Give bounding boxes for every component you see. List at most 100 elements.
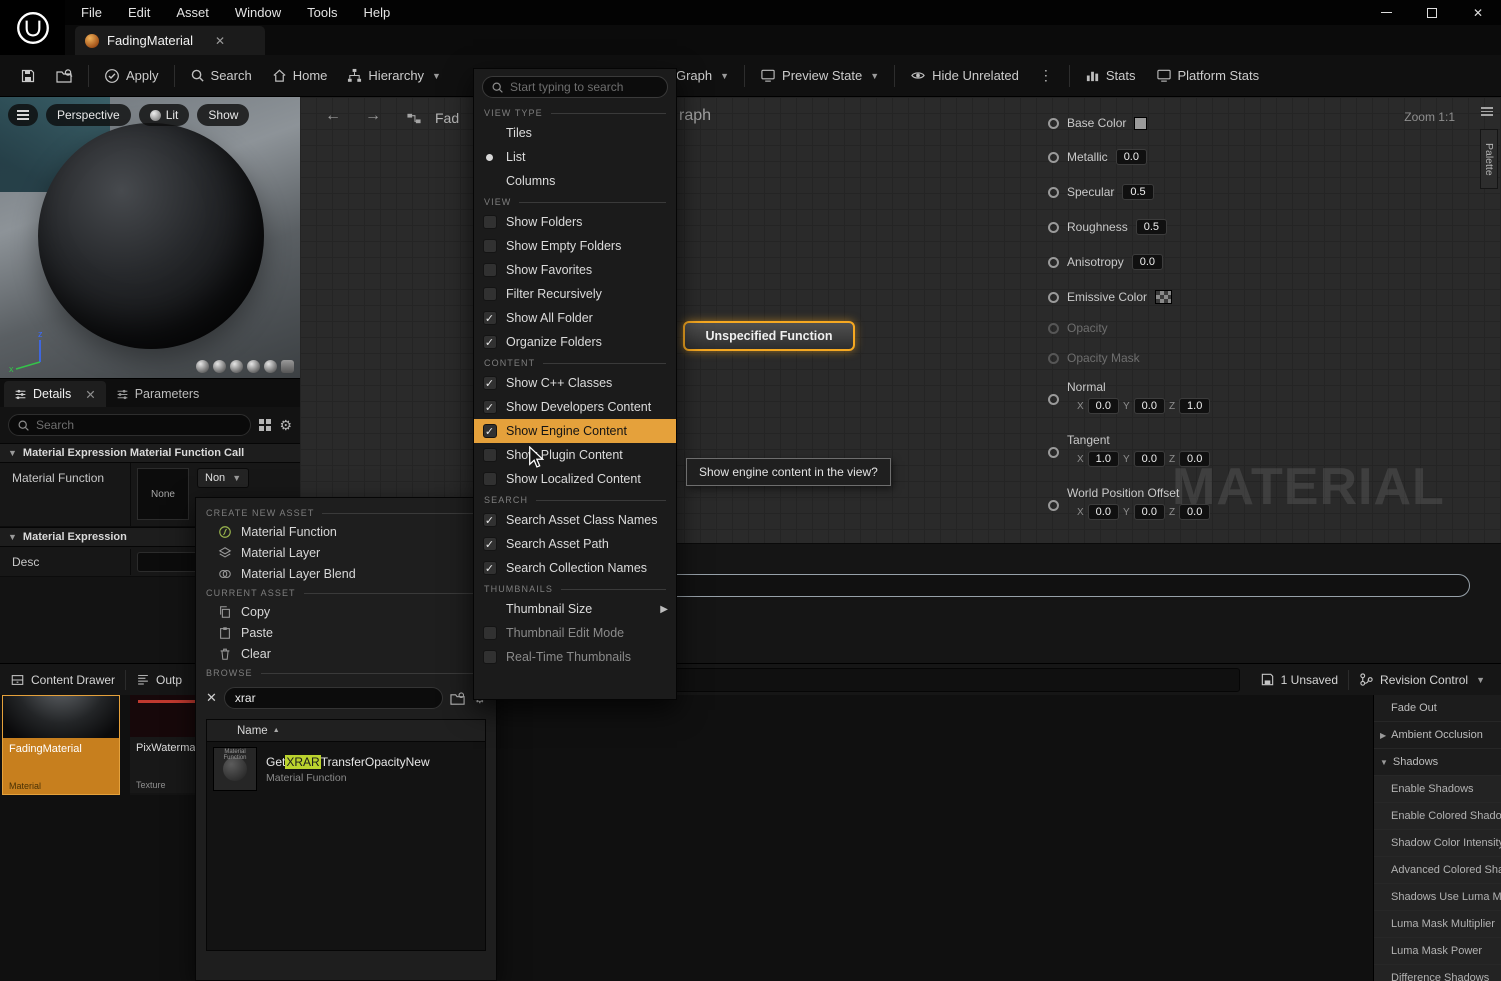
vector-z-value[interactable]: 1.0	[1179, 398, 1210, 414]
preview-state-button[interactable]: Preview State ▼	[750, 61, 889, 91]
row-shadows-use-luma-mask[interactable]: Shadows Use Luma Mask	[1374, 884, 1501, 911]
checkbox[interactable]	[483, 215, 497, 229]
menu-item-real-time-thumbnails[interactable]: Real-Time Thumbnails	[474, 645, 676, 669]
maximize-button[interactable]	[1409, 0, 1455, 25]
stats-button[interactable]: Stats	[1075, 61, 1146, 91]
checkbox[interactable]	[483, 263, 497, 277]
shape-sphere-icon[interactable]	[196, 360, 209, 373]
output-log-tab[interactable]: Outp	[126, 664, 192, 696]
menu-item-copy[interactable]: Copy	[196, 601, 496, 622]
menu-item-show-localized-content[interactable]: Show Localized Content	[474, 467, 676, 491]
pin-circle-icon[interactable]	[1048, 257, 1059, 268]
pin-circle-icon[interactable]	[1048, 222, 1059, 233]
close-button[interactable]: ✕	[1455, 0, 1501, 25]
search-button[interactable]: Search	[180, 61, 262, 91]
stats-search-bar[interactable]	[563, 574, 1470, 597]
menu-item-show-plugin-content[interactable]: Show Plugin Content	[474, 443, 676, 467]
menu-item-tiles[interactable]: Tiles	[474, 121, 676, 145]
menu-item-thumbnail-size[interactable]: Thumbnail Size▶	[474, 597, 676, 621]
menu-item-show-favorites[interactable]: Show Favorites	[474, 258, 676, 282]
checkbox[interactable]	[483, 472, 497, 486]
pin-specular[interactable]: Specular 0.5	[1048, 182, 1154, 202]
shape-sphere-icon[interactable]	[247, 360, 260, 373]
pin-circle-icon[interactable]	[1048, 394, 1059, 405]
hide-unrelated-button[interactable]: Hide Unrelated	[900, 61, 1029, 91]
palette-toggle-icon[interactable]	[1481, 107, 1493, 116]
menu-item-show-all-folder[interactable]: Show All Folder	[474, 306, 676, 330]
row-advanced-colored-shadows[interactable]: Advanced Colored Shadows	[1374, 857, 1501, 884]
checkbox[interactable]	[483, 650, 497, 664]
menu-file[interactable]: File	[68, 0, 115, 25]
unsaved-assets-button[interactable]: 1 Unsaved	[1250, 664, 1348, 696]
pin-value[interactable]: 0.5	[1136, 219, 1167, 235]
lit-button[interactable]: Lit	[139, 104, 190, 126]
perspective-button[interactable]: Perspective	[46, 104, 131, 126]
menu-item-show-empty-folders[interactable]: Show Empty Folders	[474, 234, 676, 258]
viewport-menu-button[interactable]	[8, 104, 38, 126]
gear-icon[interactable]: ⚙	[279, 418, 292, 432]
menu-item-search-collection-names[interactable]: Search Collection Names	[474, 556, 676, 580]
pin-circle-icon[interactable]	[1048, 500, 1059, 511]
pin-circle-icon[interactable]	[1048, 447, 1059, 458]
emissive-color-swatch[interactable]	[1155, 290, 1172, 304]
row-difference-shadows[interactable]: Difference Shadows	[1374, 965, 1501, 981]
row-enable-shadows[interactable]: Enable Shadows	[1374, 776, 1501, 803]
checkbox[interactable]	[483, 513, 497, 527]
platform-stats-button[interactable]: Platform Stats	[1146, 61, 1270, 91]
checkbox[interactable]	[483, 311, 497, 325]
shape-sphere-icon[interactable]	[213, 360, 226, 373]
checkbox[interactable]	[483, 626, 497, 640]
asset-search-input[interactable]	[224, 687, 444, 709]
menu-tools[interactable]: Tools	[294, 0, 350, 25]
section-material-function-call[interactable]: ▼ Material Expression Material Function …	[0, 443, 300, 463]
show-button[interactable]: Show	[197, 104, 249, 126]
row-shadows[interactable]: ▼Shadows	[1374, 749, 1501, 776]
display-options-icon[interactable]	[257, 417, 273, 433]
unreal-logo[interactable]	[0, 0, 65, 55]
browse-to-asset-button[interactable]	[46, 61, 83, 91]
back-icon[interactable]: ←	[325, 107, 341, 125]
details-search-box[interactable]	[8, 414, 251, 436]
asset-tile-fadingmaterial[interactable]: FadingMaterial Material	[2, 695, 120, 795]
palette-side-tab[interactable]: Palette	[1480, 129, 1498, 189]
content-drawer-button[interactable]: Content Drawer	[0, 664, 125, 696]
menu-item-material-layer[interactable]: Material Layer	[196, 542, 496, 563]
menu-search-box[interactable]	[482, 76, 668, 98]
checkbox[interactable]	[483, 287, 497, 301]
shape-plane-icon[interactable]	[281, 360, 294, 373]
checkbox[interactable]	[483, 537, 497, 551]
hierarchy-button[interactable]: Hierarchy ▼	[337, 61, 451, 91]
pin-value[interactable]: 0.0	[1116, 149, 1147, 165]
apply-button[interactable]: Apply	[94, 61, 169, 91]
pin-value[interactable]: 0.5	[1122, 184, 1153, 200]
pin-emissive-color[interactable]: Emissive Color	[1048, 287, 1172, 307]
menu-item-search-asset-path[interactable]: Search Asset Path	[474, 532, 676, 556]
pin-value[interactable]: 0.0	[1132, 254, 1163, 270]
tab-close-icon[interactable]: ✕	[215, 34, 225, 48]
material-function-thumbnail[interactable]: None	[137, 468, 189, 520]
row-enable-colored-shadows[interactable]: Enable Colored Shadows	[1374, 803, 1501, 830]
menu-asset[interactable]: Asset	[163, 0, 222, 25]
menu-item-show-engine-content[interactable]: Show Engine Content	[474, 419, 676, 443]
menu-item-show-cpp-classes[interactable]: Show C++ Classes	[474, 371, 676, 395]
chevron-right-icon[interactable]: ▶	[1380, 731, 1386, 740]
menu-item-show-developers-content[interactable]: Show Developers Content	[474, 395, 676, 419]
menu-item-search-asset-class-names[interactable]: Search Asset Class Names	[474, 508, 676, 532]
menu-item-filter-recursively[interactable]: Filter Recursively	[474, 282, 676, 306]
pin-circle-icon[interactable]	[1048, 292, 1059, 303]
material-function-dropdown[interactable]: Non ▼	[197, 468, 249, 488]
shape-sphere-icon[interactable]	[264, 360, 277, 373]
menu-item-columns[interactable]: Columns	[474, 169, 676, 193]
menu-item-show-folders[interactable]: Show Folders	[474, 210, 676, 234]
revision-control-button[interactable]: Revision Control ▼	[1349, 664, 1495, 696]
pin-base-color[interactable]: Base Color	[1048, 113, 1147, 133]
hide-unrelated-options-button[interactable]: ⋮	[1029, 61, 1064, 91]
vector-x-value[interactable]: 1.0	[1088, 451, 1119, 467]
menu-item-material-function[interactable]: Material Function	[196, 521, 496, 542]
menu-item-list[interactable]: List	[474, 145, 676, 169]
vector-y-value[interactable]: 0.0	[1134, 451, 1165, 467]
unspecified-function-node[interactable]: Unspecified Function	[683, 321, 855, 351]
home-button[interactable]: Home	[262, 61, 338, 91]
pin-normal[interactable]: Normal X0.0 Y0.0 Z1.0	[1048, 380, 1210, 414]
base-color-swatch[interactable]	[1134, 117, 1147, 130]
